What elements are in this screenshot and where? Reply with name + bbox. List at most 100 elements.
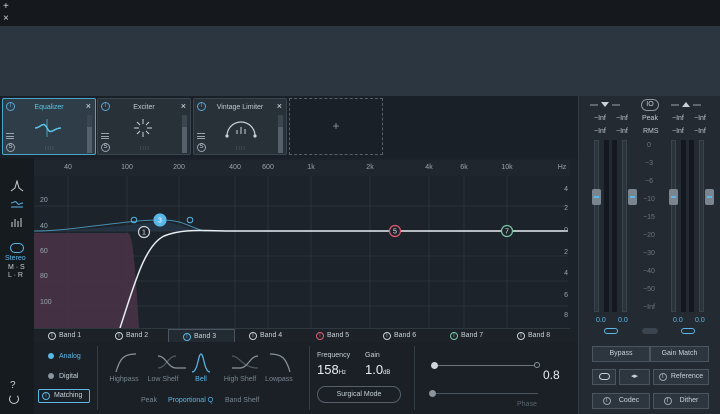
band-tab[interactable]: I Band 5: [302, 329, 369, 343]
output-fader-track-l[interactable]: [681, 140, 686, 312]
output-link-icon[interactable]: [671, 101, 701, 111]
band-tab[interactable]: I Band 4: [235, 329, 302, 343]
power-icon[interactable]: I: [183, 333, 191, 341]
matching-button[interactable]: I Matching: [38, 389, 90, 403]
io-link-toggle-icon[interactable]: [642, 328, 658, 334]
filter-shape-label[interactable]: Low Shelf: [145, 376, 181, 383]
lowpass-icon[interactable]: [269, 353, 291, 373]
stereo-mode-button[interactable]: [592, 369, 616, 385]
lr-label[interactable]: L · R: [8, 272, 23, 279]
output-fader-l-value[interactable]: 0.0: [673, 317, 683, 324]
list-icon[interactable]: [101, 133, 109, 139]
close-icon[interactable]: ×: [277, 101, 282, 111]
stereo-icon[interactable]: [10, 243, 24, 253]
input-fader-track-r[interactable]: [612, 140, 617, 312]
bell-icon[interactable]: [191, 353, 211, 373]
band-tab[interactable]: I Band 3: [168, 329, 235, 343]
list-icon[interactable]: [6, 133, 14, 139]
band-node[interactable]: 3: [153, 213, 167, 227]
surgical-mode-button[interactable]: Surgical Mode: [317, 386, 401, 403]
band-tab-label: Band 5: [327, 332, 350, 339]
filter-shape-label[interactable]: Lowpass: [261, 376, 297, 383]
gain-value[interactable]: 1.0dB: [365, 362, 390, 377]
plus-icon[interactable]: +: [3, 2, 13, 12]
band-node[interactable]: 7: [500, 224, 514, 238]
output-fader-l-knob[interactable]: [669, 189, 678, 205]
help-icon[interactable]: ?: [10, 380, 16, 391]
close-icon[interactable]: ×: [86, 101, 91, 111]
curve-type-option[interactable]: Peak: [141, 397, 157, 404]
solo-icon[interactable]: S: [101, 143, 110, 152]
power-icon[interactable]: I: [197, 102, 206, 111]
highpass-icon[interactable]: [115, 353, 137, 373]
output-fader-track-r[interactable]: [689, 140, 694, 312]
power-icon[interactable]: I: [517, 332, 525, 340]
output-link-toggle-icon[interactable]: [681, 328, 695, 334]
band-node[interactable]: 1: [137, 225, 151, 239]
input-fader-l-value[interactable]: 0.0: [596, 317, 606, 324]
refresh-icon[interactable]: [9, 394, 19, 404]
stereo-label[interactable]: Stereo: [5, 255, 26, 262]
power-icon[interactable]: I: [6, 102, 15, 111]
output-fader-r-knob[interactable]: [705, 189, 714, 205]
close-icon[interactable]: ×: [3, 14, 13, 24]
frequency-value[interactable]: 158Hz: [317, 362, 346, 377]
swap-channels-button[interactable]: ◂▸: [619, 369, 650, 385]
input-fader-l-knob[interactable]: [592, 189, 601, 205]
output-fader-r-value[interactable]: 0.0: [695, 317, 705, 324]
band-node-label: 5: [393, 229, 397, 236]
solo-icon[interactable]: S: [197, 143, 206, 152]
digital-option[interactable]: Digital: [48, 373, 78, 380]
power-icon[interactable]: I: [316, 332, 324, 340]
power-icon[interactable]: I: [249, 332, 257, 340]
reference-button[interactable]: I Reference: [653, 369, 709, 385]
phase-slider-handle[interactable]: [429, 390, 436, 397]
eq-graph[interactable]: 135 7 20406080100: [34, 176, 568, 328]
power-icon[interactable]: I: [450, 332, 458, 340]
band-tab[interactable]: I Band 1: [34, 329, 101, 343]
band-node[interactable]: 5: [388, 224, 402, 238]
q-value[interactable]: 0.8: [543, 368, 560, 382]
power-icon[interactable]: I: [101, 102, 110, 111]
bars-icon[interactable]: [10, 216, 24, 228]
q-slider-track[interactable]: [434, 365, 534, 366]
filter-shape-label[interactable]: High Shelf: [222, 376, 258, 383]
spectrum-icon[interactable]: [10, 180, 24, 192]
io-button[interactable]: IO: [641, 99, 659, 111]
band-tab[interactable]: I Band 7: [436, 329, 503, 343]
close-icon[interactable]: ×: [181, 101, 186, 111]
power-icon[interactable]: I: [383, 332, 391, 340]
ms-label[interactable]: M · S: [8, 264, 25, 271]
module-equalizer[interactable]: I Equalizer × S ∷∷: [2, 98, 96, 155]
analog-option[interactable]: Analog: [48, 353, 81, 360]
input-fader-r-knob[interactable]: [628, 189, 637, 205]
add-module-button[interactable]: +: [289, 98, 383, 155]
band-tab[interactable]: I Band 8: [503, 329, 570, 343]
input-link-toggle-icon[interactable]: [604, 328, 618, 334]
band-tab[interactable]: I Band 6: [369, 329, 436, 343]
module-gain-fader[interactable]: [278, 115, 283, 153]
power-icon[interactable]: I: [115, 332, 123, 340]
input-fader-r-value[interactable]: 0.0: [618, 317, 628, 324]
dither-button[interactable]: I Dither: [653, 393, 709, 409]
bypass-button[interactable]: Bypass: [592, 346, 650, 362]
power-icon[interactable]: I: [48, 332, 56, 340]
phase-slider-track[interactable]: [432, 393, 538, 394]
curve-type-option[interactable]: Band Shelf: [225, 397, 259, 404]
filter-shape-label[interactable]: Bell: [183, 376, 219, 383]
band-tab[interactable]: I Band 2: [101, 329, 168, 343]
filter-shape-label[interactable]: Highpass: [106, 376, 142, 383]
gain-match-button[interactable]: Gain Match: [650, 346, 709, 362]
module-vintage-limiter[interactable]: I Vintage Limiter × S ∷∷: [193, 98, 287, 155]
module-exciter[interactable]: I Exciter × S ∷∷: [97, 98, 191, 155]
solo-icon[interactable]: S: [6, 143, 15, 152]
codec-button[interactable]: I Codec: [592, 393, 650, 409]
module-gain-fader[interactable]: [182, 115, 187, 153]
list-icon[interactable]: [197, 133, 205, 139]
input-link-icon[interactable]: [590, 101, 620, 111]
input-fader-track-l[interactable]: [604, 140, 609, 312]
eq-curve-icon[interactable]: [10, 198, 24, 210]
curve-type-option[interactable]: Proportional Q: [168, 397, 213, 404]
module-gain-fader[interactable]: [87, 115, 92, 153]
q-slider-handle[interactable]: [431, 362, 438, 369]
